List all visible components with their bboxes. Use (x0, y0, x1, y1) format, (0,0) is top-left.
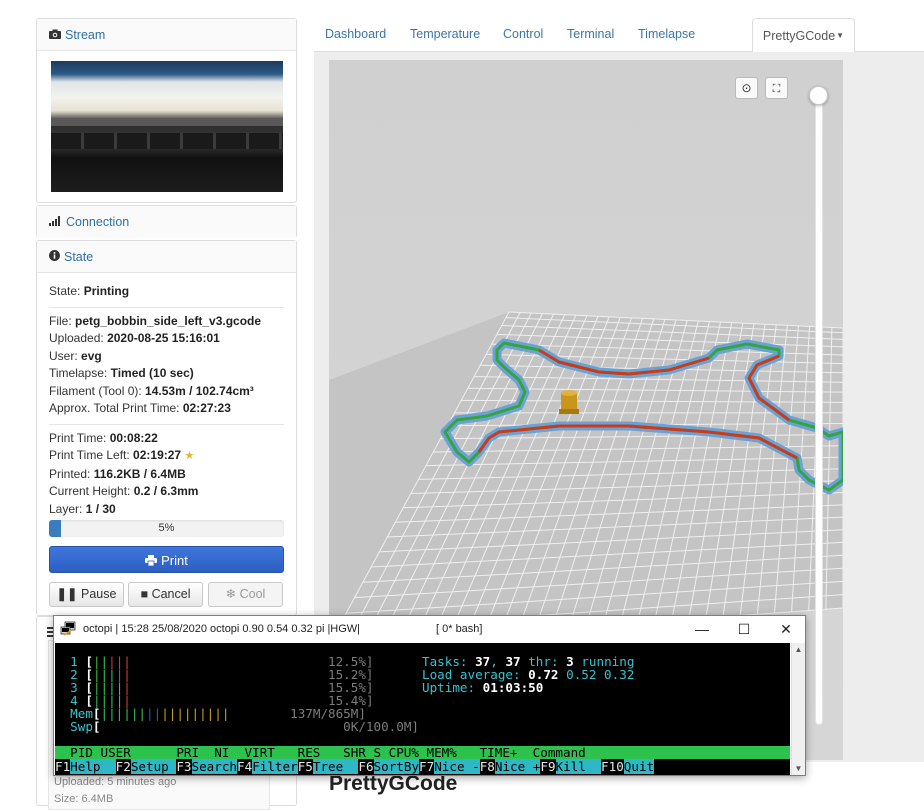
pause-button[interactable]: ❚❚ Pause (49, 582, 124, 607)
terminal-titlebar[interactable]: octopi | 15:28 25/08/2020 octopi 0.90 0.… (54, 616, 805, 642)
approx-time-line: Approx. Total Print Time: 02:27:23 (49, 400, 284, 418)
tab-control[interactable]: Control (503, 27, 543, 41)
fn-f5[interactable]: F5Tree (298, 759, 359, 774)
height-line: Current Height: 0.2 / 6.3mm (49, 483, 284, 501)
state-details: State: Printing File: petg_bobbin_side_l… (37, 273, 296, 537)
fn-f1[interactable]: F1Help (55, 759, 116, 774)
settings-icon: ⊙ (741, 81, 751, 95)
progress-text: 5% (49, 520, 284, 537)
time-left-line: Print Time Left: 02:19:27 ★ (49, 447, 284, 466)
print-time-line: Print Time: 00:08:22 (49, 430, 284, 448)
layer-line: Layer: 1 / 30 (49, 501, 284, 519)
minimize-button[interactable]: — (682, 619, 722, 639)
fn-f8[interactable]: F8Nice + (480, 759, 541, 774)
uptime-line: Uptime: 01:03:50 (422, 682, 543, 695)
printer-icon (145, 548, 157, 575)
fullscreen-icon: ⛶ (773, 83, 781, 95)
print-button-label: Print (161, 553, 188, 568)
stream-panel: Stream (36, 18, 297, 203)
putty-icon (60, 621, 76, 640)
star-icon[interactable]: ★ (184, 450, 194, 462)
connection-title: Connection (66, 215, 129, 229)
tab-prettygcode[interactable]: PrettyGCode▼ (752, 18, 855, 52)
print-progress-bar: 5% (49, 520, 284, 537)
file-size-meta: Size: 6.4MB (54, 793, 113, 805)
terminal-session: [ 0* bash] (436, 623, 482, 635)
file-uploaded-meta: Uploaded: 5 minutes ago (54, 776, 176, 788)
info-icon (49, 241, 60, 273)
state-title: State (64, 250, 93, 264)
height-value: 0.2 / 6.3mm (134, 484, 199, 498)
stream-panel-header[interactable]: Stream (37, 19, 296, 51)
file-value: petg_bobbin_side_left_v3.gcode (75, 314, 261, 328)
terminal-window[interactable]: octopi | 15:28 25/08/2020 octopi 0.90 0.… (53, 615, 806, 776)
viewer-settings-button[interactable]: ⊙ (735, 77, 758, 99)
state-value: Printing (84, 284, 129, 298)
printed-line: Printed: 116.2KB / 6.4MB (49, 466, 284, 484)
scroll-down-icon[interactable]: ▼ (792, 764, 805, 773)
htop-output[interactable]: 1 [||||| 12.5%] 2 [||||| 15.2%] 3 [|||||… (55, 643, 790, 775)
cancel-button-label: Cancel (152, 587, 191, 601)
user-value: evg (81, 349, 102, 363)
stop-icon: ■ (141, 587, 149, 601)
maximize-button[interactable]: ☐ (724, 619, 764, 639)
terminal-title: octopi | 15:28 25/08/2020 octopi 0.90 0.… (83, 623, 360, 635)
webcam-stream-image (51, 61, 283, 192)
caret-down-icon: ▼ (836, 31, 844, 40)
user-line: User: evg (49, 348, 284, 366)
minimize-icon: — (695, 621, 709, 637)
fn-f4[interactable]: F4Filter (237, 759, 298, 774)
close-icon: ✕ (780, 621, 792, 637)
terminal-scrollbar[interactable]: ▲ ▼ (791, 643, 805, 775)
time-left-value: 02:19:27 (133, 448, 181, 462)
layer-value: 1 / 30 (86, 502, 116, 516)
tab-prettygcode-label: PrettyGCode (763, 29, 835, 43)
print-button[interactable]: Print (49, 546, 284, 573)
camera-icon (49, 19, 61, 51)
fn-f3[interactable]: F3Search (176, 759, 237, 774)
snowflake-icon: ❄ (226, 587, 236, 601)
signal-icon (49, 206, 62, 238)
uploaded-value: 2020-08-25 15:16:01 (107, 331, 220, 345)
fn-f9[interactable]: F9Kill (540, 759, 601, 774)
tab-dashboard[interactable]: Dashboard (325, 27, 386, 41)
filament-value: 14.53m / 102.74cm³ (145, 384, 254, 398)
maximize-icon: ☐ (738, 621, 751, 637)
state-panel: State State: Printing File: petg_bobbin_… (36, 240, 297, 616)
file-line: File: petg_bobbin_side_left_v3.gcode (49, 313, 284, 331)
connection-panel-header[interactable]: Connection (37, 206, 296, 238)
state-panel-header[interactable]: State (37, 241, 296, 273)
pause-button-label: Pause (81, 587, 116, 601)
timelapse-value: Timed (10 sec) (111, 366, 194, 380)
close-button[interactable]: ✕ (766, 619, 806, 639)
cancel-button[interactable]: ■ Cancel (128, 582, 203, 607)
printed-part (559, 390, 579, 414)
approx-time-value: 02:27:23 (183, 401, 231, 415)
tab-terminal[interactable]: Terminal (567, 27, 614, 41)
function-key-bar: F1Help F2Setup F3SearchF4FilterF5Tree F6… (55, 760, 790, 773)
pause-icon: ❚❚ (57, 587, 78, 601)
swp-row: Swp[ 0K/100.0M] (55, 721, 419, 734)
layer-slider-handle[interactable] (809, 86, 828, 105)
fn-f10[interactable]: F10Quit (601, 759, 654, 774)
printed-value: 116.2KB / 6.4MB (94, 467, 186, 481)
viewer-fullscreen-button[interactable]: ⛶ (765, 77, 788, 99)
state-line: State: Printing (49, 283, 284, 301)
tab-timelapse[interactable]: Timelapse (638, 27, 695, 41)
print-time-value: 00:08:22 (110, 431, 158, 445)
tab-temperature[interactable]: Temperature (410, 27, 480, 41)
cool-button-label: Cool (240, 587, 266, 601)
cool-button[interactable]: ❄ Cool (208, 582, 283, 607)
fn-f7[interactable]: F7Nice - (419, 759, 480, 774)
stream-title: Stream (65, 28, 105, 42)
process-table-header[interactable]: PID USER PRI NI VIRT RES SHR S CPU% MEM%… (55, 746, 790, 759)
timelapse-line: Timelapse: Timed (10 sec) (49, 365, 284, 383)
connection-panel: Connection (36, 205, 297, 238)
fn-f6[interactable]: F6SortBy (358, 759, 419, 774)
uploaded-line: Uploaded: 2020-08-25 15:16:01 (49, 330, 284, 348)
scroll-up-icon[interactable]: ▲ (792, 645, 805, 654)
layer-slider-track[interactable] (815, 95, 823, 725)
fn-f2[interactable]: F2Setup (116, 759, 177, 774)
filament-line: Filament (Tool 0): 14.53m / 102.74cm³ (49, 383, 284, 401)
